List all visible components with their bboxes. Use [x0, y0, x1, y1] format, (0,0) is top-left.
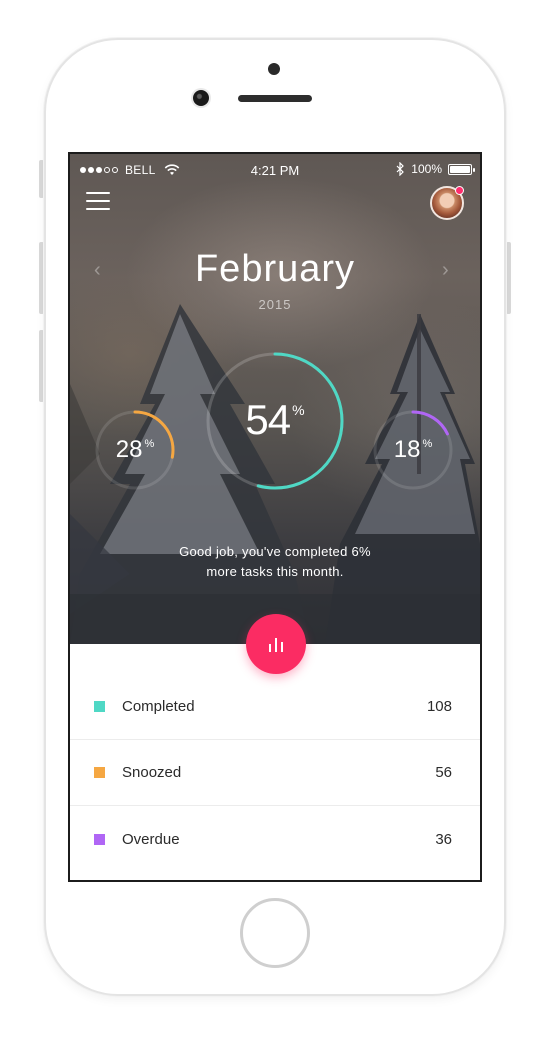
right-ring-label: 18%	[368, 436, 458, 464]
app-screen: BELL 4:21 PM 100% ‹ › February 2015 54 %…	[68, 152, 482, 882]
overdue-swatch	[94, 833, 105, 845]
left-ring-label: 28%	[90, 436, 180, 464]
right-ring-value: 18	[393, 436, 421, 463]
list-item-label: Overdue	[122, 830, 180, 848]
stats-list: Completed 108 Snoozed 56 Overdue 36	[70, 674, 480, 872]
list-item-value: 56	[435, 764, 452, 781]
list-item-label: Snoozed	[122, 764, 182, 781]
main-ring-label: 54%	[205, 396, 345, 444]
top-sensor	[268, 63, 280, 75]
right-ring-unit: %	[422, 438, 433, 450]
bar-chart-icon	[269, 638, 283, 652]
list-item-value: 108	[426, 698, 452, 715]
power-button	[506, 242, 511, 314]
hero-background: BELL 4:21 PM 100% ‹ › February 2015 54 %…	[70, 154, 480, 644]
list-item[interactable]: Overdue 36	[70, 806, 480, 872]
list-item[interactable]: Snoozed 56	[70, 740, 480, 806]
list-item-value: 36	[435, 830, 452, 848]
left-ring-unit: %	[144, 438, 155, 450]
list-item-label: Completed	[122, 698, 195, 715]
front-camera	[193, 90, 209, 106]
home-button[interactable]	[240, 898, 310, 968]
list-item[interactable]: Completed 108	[70, 674, 480, 740]
snoozed-swatch	[94, 767, 105, 778]
message-line-1: Good job, you've completed 6%	[179, 544, 371, 559]
progress-message: Good job, you've completed 6% more tasks…	[70, 542, 480, 582]
left-ring-value: 28	[115, 436, 143, 463]
main-ring-unit: %	[292, 402, 305, 418]
message-line-2: more tasks this month.	[206, 564, 344, 579]
stats-fab-button[interactable]	[246, 614, 306, 674]
earpiece-speaker	[238, 95, 312, 102]
main-ring-value: 54	[245, 396, 291, 443]
completed-swatch	[94, 701, 105, 712]
